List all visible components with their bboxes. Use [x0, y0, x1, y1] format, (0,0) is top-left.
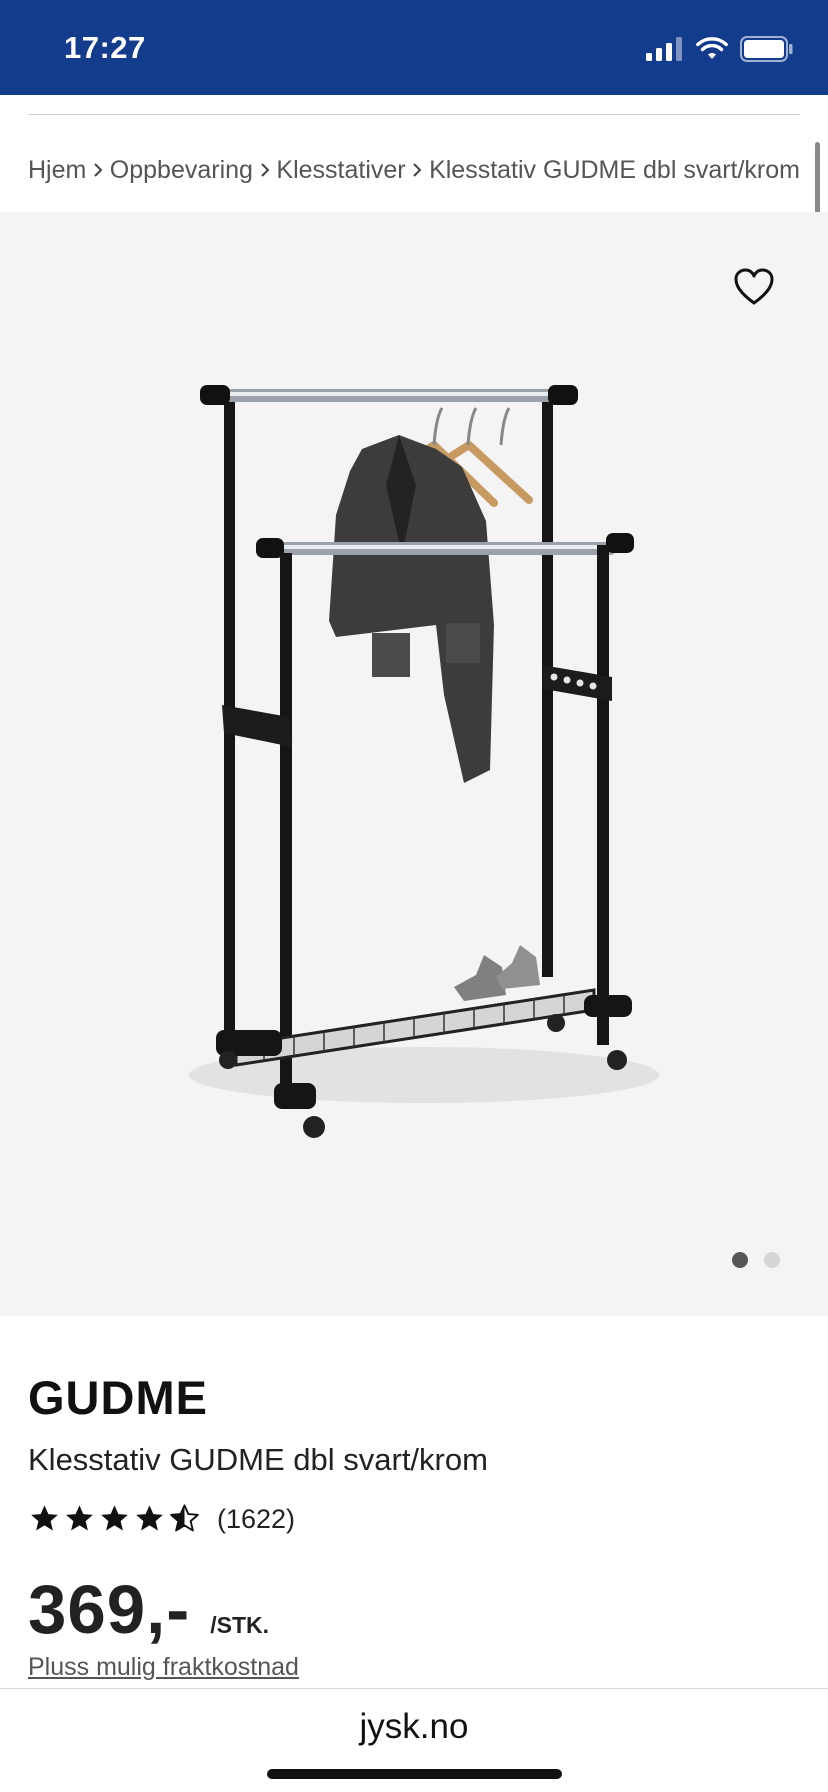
home-indicator[interactable]	[267, 1769, 562, 1779]
gallery-pagination	[732, 1252, 780, 1268]
status-bar: 17:27	[0, 0, 828, 95]
favorite-button[interactable]	[733, 267, 775, 307]
breadcrumb-item-oppbevaring[interactable]: Oppbevaring	[110, 156, 253, 185]
heart-outline-icon	[734, 268, 774, 305]
breadcrumb-item-klesstativer[interactable]: Klesstativer	[276, 156, 405, 185]
cellular-signal-icon	[646, 37, 682, 61]
product-title: Klesstativ GUDME dbl svart/krom	[28, 1442, 488, 1477]
chevron-right-icon	[86, 155, 109, 185]
price-row: 369,- /STK.	[28, 1570, 269, 1649]
product-rating[interactable]: (1622)	[28, 1503, 295, 1535]
price-unit: /STK.	[210, 1612, 270, 1638]
wifi-icon	[696, 37, 728, 59]
chevron-right-icon	[253, 155, 276, 185]
status-time: 17:27	[64, 30, 146, 65]
breadcrumb-item-hjem[interactable]: Hjem	[28, 156, 86, 185]
breadcrumb: Hjem Oppbevaring Klesstativer Klesstativ…	[28, 150, 800, 190]
header-divider	[28, 114, 800, 115]
breadcrumb-item-current[interactable]: Klesstativ GUDME dbl svart/krom	[429, 156, 800, 185]
pagination-dot-active[interactable]	[732, 1252, 748, 1268]
shipping-cost-link[interactable]: Pluss mulig fraktkostnad	[28, 1653, 299, 1682]
rating-stars	[28, 1503, 201, 1535]
pagination-dot[interactable]	[764, 1252, 780, 1268]
star-filled-icon	[66, 1505, 93, 1531]
star-filled-icon	[101, 1505, 128, 1531]
product-brand: GUDME	[28, 1371, 208, 1424]
chevron-right-icon	[406, 155, 429, 185]
battery-icon	[740, 36, 793, 62]
browser-bottom-bar: jysk.no	[0, 1688, 828, 1792]
rating-count: (1622)	[217, 1503, 296, 1534]
star-filled-icon	[31, 1505, 58, 1531]
status-icons	[646, 34, 794, 64]
url-bar[interactable]: jysk.no	[0, 1707, 828, 1747]
product-price: 369,-	[28, 1571, 191, 1648]
star-filled-icon	[136, 1505, 163, 1531]
klesstativ-photo	[189, 385, 659, 1138]
star-half-icon	[170, 1504, 199, 1532]
